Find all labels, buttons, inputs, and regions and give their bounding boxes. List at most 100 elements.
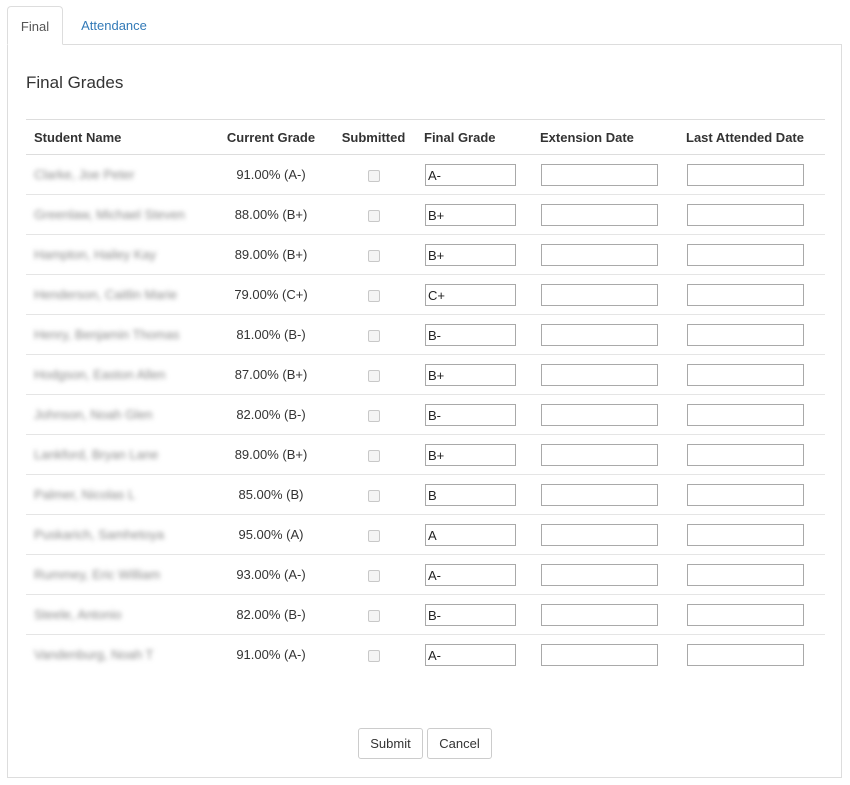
submitted-cell [331, 474, 416, 515]
current-grade: 89.00% (B+) [211, 434, 331, 475]
final-grades-panel: Final Grades Student Name Current Grade … [7, 44, 842, 778]
final-grade-cell: C+ [416, 274, 532, 315]
student-name-cell: Puskarich, Samhetoya [26, 514, 211, 555]
extension-date-input[interactable] [541, 643, 658, 666]
student-name-cell: Clarke, Joe Peter [26, 154, 211, 195]
extension-date-cell [532, 354, 678, 395]
extension-date-cell [532, 434, 678, 475]
extension-date-input[interactable] [541, 563, 658, 586]
last-attended-date-input[interactable] [687, 403, 804, 426]
final-grade-input[interactable]: A- [425, 163, 516, 186]
tab-bar: Final Attendance [7, 6, 843, 45]
cancel-button[interactable]: Cancel [427, 728, 492, 759]
final-grade-input[interactable]: B- [425, 323, 516, 346]
submitted-checkbox[interactable] [367, 529, 380, 542]
student-name: Hampton, Hailey Kay [34, 247, 157, 262]
table-row: Vandenburg, Noah T 91.00% (A-) A- [26, 635, 825, 675]
extension-date-input[interactable] [541, 443, 658, 466]
submitted-checkbox[interactable] [367, 569, 380, 582]
final-grade-cell: A [416, 514, 532, 555]
last-attended-date-input[interactable] [687, 163, 804, 186]
extension-date-input[interactable] [541, 203, 658, 226]
final-grade-input[interactable]: B+ [425, 203, 516, 226]
extension-date-input[interactable] [541, 243, 658, 266]
submitted-checkbox[interactable] [367, 289, 380, 302]
last-attended-date-input[interactable] [687, 323, 804, 346]
final-grade-input[interactable]: B+ [425, 363, 516, 386]
submitted-cell [331, 274, 416, 315]
last-attended-date-input[interactable] [687, 203, 804, 226]
final-grade-cell: B- [416, 394, 532, 435]
final-grade-cell: A- [416, 154, 532, 195]
current-grade: 81.00% (B-) [211, 314, 331, 355]
last-attended-date-input[interactable] [687, 363, 804, 386]
extension-date-cell [532, 514, 678, 555]
final-grade-input[interactable]: A- [425, 643, 516, 666]
extension-date-input[interactable] [541, 283, 658, 306]
last-attended-date-input[interactable] [687, 643, 804, 666]
submitted-checkbox[interactable] [367, 169, 380, 182]
current-grade: 91.00% (A-) [211, 154, 331, 195]
extension-date-cell [532, 594, 678, 635]
extension-date-input[interactable] [541, 363, 658, 386]
last-attended-date-input[interactable] [687, 443, 804, 466]
final-grade-input[interactable]: B- [425, 603, 516, 626]
extension-date-input[interactable] [541, 483, 658, 506]
extension-date-input[interactable] [541, 603, 658, 626]
student-name: Palmer, Nicolas L [34, 487, 136, 502]
last-attended-date-input[interactable] [687, 483, 804, 506]
final-grade-input[interactable]: B [425, 483, 516, 506]
final-grade-input[interactable]: B+ [425, 443, 516, 466]
submitted-checkbox[interactable] [367, 609, 380, 622]
submitted-checkbox[interactable] [367, 329, 380, 342]
student-name: Henderson, Caitlin Marie [34, 287, 178, 302]
final-grade-input[interactable]: A- [425, 563, 516, 586]
extension-date-input[interactable] [541, 163, 658, 186]
extension-date-input[interactable] [541, 323, 658, 346]
tab-final[interactable]: Final [7, 6, 63, 45]
student-name-cell: Johnson, Noah Glen [26, 394, 211, 435]
final-grade-cell: B+ [416, 434, 532, 475]
extension-date-input[interactable] [541, 523, 658, 546]
final-grade-input[interactable]: C+ [425, 283, 516, 306]
last-attended-date-input[interactable] [687, 523, 804, 546]
final-grade-input[interactable]: B- [425, 403, 516, 426]
last-attended-date-input[interactable] [687, 603, 804, 626]
extension-date-cell [532, 314, 678, 355]
submitted-checkbox[interactable] [367, 369, 380, 382]
last-attended-date-input[interactable] [687, 283, 804, 306]
last-attended-date-cell [678, 434, 825, 475]
table-row: Henry, Benjamin Thomas 81.00% (B-) B- [26, 314, 825, 355]
student-name: Rummey, Eric William [34, 567, 161, 582]
last-attended-date-cell [678, 394, 825, 435]
submitted-checkbox[interactable] [367, 649, 380, 662]
table-row: Puskarich, Samhetoya 95.00% (A) A [26, 514, 825, 555]
submit-button[interactable]: Submit [358, 728, 423, 759]
submitted-cell [331, 635, 416, 675]
submitted-checkbox[interactable] [367, 409, 380, 422]
submitted-cell [331, 194, 416, 235]
final-grade-input[interactable]: B+ [425, 243, 516, 266]
table-row: Steele, Antonio 82.00% (B-) B- [26, 594, 825, 635]
submitted-cell [331, 234, 416, 275]
submitted-checkbox[interactable] [367, 489, 380, 502]
final-grade-input[interactable]: A [425, 523, 516, 546]
submitted-cell [331, 434, 416, 475]
submitted-checkbox[interactable] [367, 209, 380, 222]
student-name: Hodgson, Easton Allen [34, 367, 166, 382]
student-name: Henry, Benjamin Thomas [34, 327, 180, 342]
last-attended-date-cell [678, 354, 825, 395]
tab-attendance[interactable]: Attendance [73, 6, 155, 45]
submitted-cell [331, 594, 416, 635]
extension-date-cell [532, 194, 678, 235]
last-attended-date-input[interactable] [687, 563, 804, 586]
submitted-checkbox[interactable] [367, 449, 380, 462]
last-attended-date-input[interactable] [687, 243, 804, 266]
student-name-cell: Steele, Antonio [26, 594, 211, 635]
current-grade: 88.00% (B+) [211, 194, 331, 235]
student-name: Steele, Antonio [34, 607, 122, 622]
student-name-cell: Hodgson, Easton Allen [26, 354, 211, 395]
submitted-checkbox[interactable] [367, 249, 380, 262]
student-name-cell: Lankford, Bryan Lane [26, 434, 211, 475]
extension-date-input[interactable] [541, 403, 658, 426]
